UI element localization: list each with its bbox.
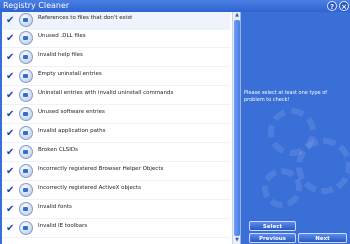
list-item-invalid-ie-toolbars[interactable]: ✔ Invalid IE toolbars — [2, 220, 230, 238]
checkbox-checked-icon[interactable]: ✔ — [6, 16, 15, 26]
list-item-label: Unused software entries — [38, 109, 105, 115]
list-item-invalid-uninstall-commands[interactable]: ✔ Uninstall entries with invalid uninsta… — [2, 87, 230, 105]
list-item-label: Invalid fonts — [38, 204, 72, 210]
checkbox-checked-icon[interactable]: ✔ — [6, 148, 15, 158]
uninstall-icon — [19, 69, 33, 83]
list-item-invalid-help[interactable]: ✔ Invalid help files — [2, 49, 230, 67]
next-button[interactable]: Next — [298, 233, 347, 243]
checkbox-checked-icon[interactable]: ✔ — [6, 34, 15, 44]
dll-icon — [19, 31, 33, 45]
scroll-up-icon[interactable]: ▲ — [233, 12, 240, 19]
scrollbar-thumb[interactable] — [234, 20, 240, 236]
list-item-label: References to files that don't exist — [38, 15, 133, 21]
checkbox-checked-icon[interactable]: ✔ — [6, 91, 15, 101]
clsid-icon — [19, 145, 33, 159]
list-item-label: Unused .DLL files — [38, 33, 86, 39]
list-item-empty-uninstall[interactable]: ✔ Empty uninstall entries — [2, 68, 230, 86]
application-path-icon — [19, 126, 33, 140]
list-item-invalid-app-paths[interactable]: ✔ Invalid application paths — [2, 125, 230, 143]
software-icon — [19, 107, 33, 121]
checkbox-checked-icon[interactable]: ✔ — [6, 167, 15, 177]
list-item-label: Incorrectly registered ActiveX objects — [38, 185, 141, 191]
vertical-scrollbar[interactable]: ▲ ▼ — [232, 12, 240, 244]
list-item-label: Invalid IE toolbars — [38, 223, 88, 229]
toolbar-icon — [19, 221, 33, 235]
list-item-label: Incorrectly registered Browser Helper Ob… — [38, 166, 164, 172]
list-item-missing-files[interactable]: ✔ References to files that don't exist — [2, 12, 230, 30]
checkbox-checked-icon[interactable]: ✔ — [6, 186, 15, 196]
list-item-broken-clsids[interactable]: ✔ Broken CLSIDs — [2, 144, 230, 162]
close-icon[interactable]: × — [339, 1, 349, 11]
missing-file-icon — [19, 13, 33, 27]
checkbox-checked-icon[interactable]: ✔ — [6, 53, 15, 63]
window-title: Registry Cleaner — [3, 1, 70, 10]
activex-icon — [19, 183, 33, 197]
checkbox-checked-icon[interactable]: ✔ — [6, 224, 15, 234]
list-item-unused-software[interactable]: ✔ Unused software entries — [2, 106, 230, 124]
checkbox-checked-icon[interactable]: ✔ — [6, 205, 15, 215]
warning-message: Please select at least one type of probl… — [244, 90, 328, 103]
title-bar: Registry Cleaner ? × — [0, 0, 350, 12]
uninstall-command-icon — [19, 88, 33, 102]
checkbox-checked-icon[interactable]: ✔ — [6, 129, 15, 139]
browser-helper-icon — [19, 164, 33, 178]
help-icon[interactable]: ? — [327, 1, 337, 11]
help-file-icon — [19, 50, 33, 64]
list-item-invalid-fonts[interactable]: ✔ Invalid fonts — [2, 201, 230, 219]
list-item-activex-objects[interactable]: ✔ Incorrectly registered ActiveX objects — [2, 182, 230, 200]
previous-button[interactable]: Previous — [249, 233, 296, 243]
gear-icon — [262, 168, 302, 208]
scroll-down-icon[interactable]: ▼ — [233, 237, 240, 244]
list-item-label: Empty uninstall entries — [38, 71, 102, 77]
checkbox-checked-icon[interactable]: ✔ — [6, 110, 15, 120]
list-item-label: Invalid application paths — [38, 128, 106, 134]
select-button[interactable]: Select — [249, 221, 296, 231]
list-item-label: Invalid help files — [38, 52, 83, 58]
list-item-label: Broken CLSIDs — [38, 147, 79, 153]
problem-type-list: ✔ References to files that don't exist ✔… — [2, 12, 241, 244]
list-item-label: Uninstall entries with invalid uninstall… — [38, 90, 174, 96]
font-icon — [19, 202, 33, 216]
list-item-browser-helper-objects[interactable]: ✔ Incorrectly registered Browser Helper … — [2, 163, 230, 181]
gear-icon — [296, 138, 350, 194]
list-item-unused-dll[interactable]: ✔ Unused .DLL files — [2, 30, 230, 48]
checkbox-checked-icon[interactable]: ✔ — [6, 72, 15, 82]
